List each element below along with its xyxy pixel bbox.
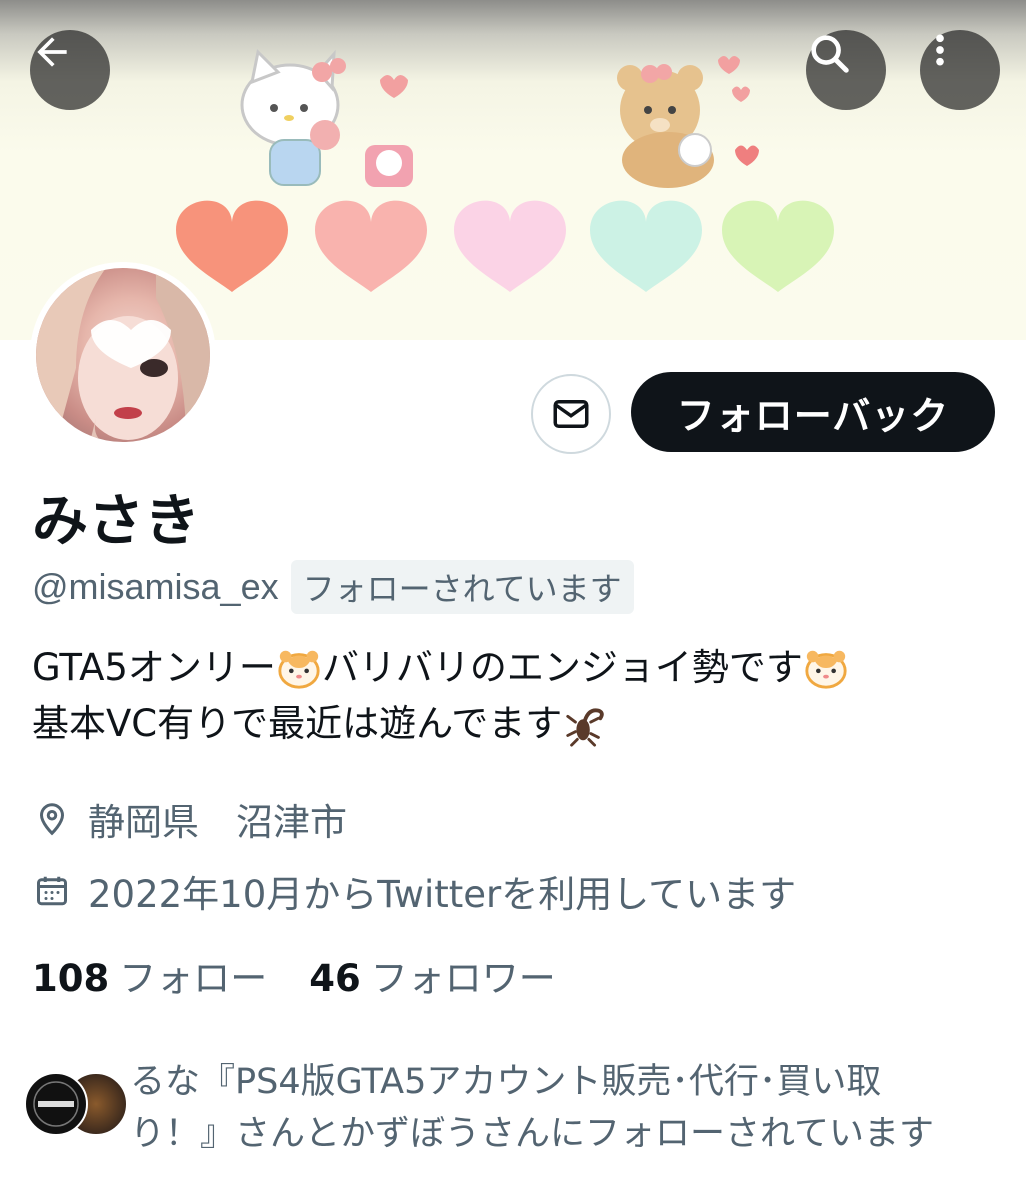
joined-text: 2022年10月からTwitterを利用しています [88,873,797,916]
bio-text: 基本VC有りで最近は遊んでます [32,702,563,745]
followed-by-text: るな『PS4版GTA5アカウント販売･代行･買い取 り！』さんとかずぼうさんにフ… [130,1056,990,1160]
followers-link[interactable]: 46 フォロワー [309,948,556,1002]
calendar-icon [32,871,72,911]
avatar-illustration [36,268,210,442]
joined-row: 2022年10月からTwitterを利用しています [32,864,796,918]
hamster-face-emoji [278,650,320,689]
follow-stats: 108 フォロー 46 フォロワー [32,948,556,1002]
back-button[interactable] [30,30,110,110]
profile-bio: GTA5オンリー バリバリのエンジョイ勢です 基本VC有りで最近は遊んでます [32,640,992,752]
following-label: フォロー [119,957,268,1000]
mutual-avatar [24,1072,88,1136]
search-icon [811,35,849,73]
handle: @misamisa_ex [32,566,279,607]
follows-you-badge: フォローされています [290,560,634,614]
following-link[interactable]: 108 フォロー [32,948,267,1002]
display-name: みさき [32,489,200,554]
hamster-face-emoji [805,650,847,689]
follow-back-button[interactable]: フォローバック [631,372,995,452]
scorpion-emoji [566,708,605,747]
location-text: 静岡県 沼津市 [88,801,347,844]
profile-avatar[interactable] [30,262,216,448]
bio-text: GTA5オンリー [32,646,276,689]
search-button[interactable] [806,30,886,110]
location-pin-icon [32,799,72,839]
bear-illustration [617,56,759,188]
avatar-image [36,268,210,442]
followers-label: フォロワー [370,957,556,1000]
following-count: 108 [32,957,110,1000]
followed-by-line: り！』さんとかずぼうさんにフォローされています [130,1114,934,1154]
message-button[interactable] [531,374,611,454]
mutual-avatars [24,1066,128,1136]
more-options-button[interactable] [920,30,1000,110]
bio-line-2: 基本VC有りで最近は遊んでます [32,696,992,752]
kitty-illustration [240,48,413,187]
handle-row: @misamisa_ex フォローされています [32,560,634,614]
bio-line-1: GTA5オンリー バリバリのエンジョイ勢です [32,640,992,696]
mail-icon [553,400,589,428]
more-vertical-icon [936,34,944,66]
followed-by-line: るな『PS4版GTA5アカウント販売･代行･買い取 [130,1062,882,1102]
bio-text: バリバリのエンジョイ勢です [321,646,803,689]
followers-count: 46 [309,957,361,1000]
location-row: 静岡県 沼津市 [32,792,347,846]
hearts-row [176,200,834,292]
arrow-left-icon [37,37,67,67]
